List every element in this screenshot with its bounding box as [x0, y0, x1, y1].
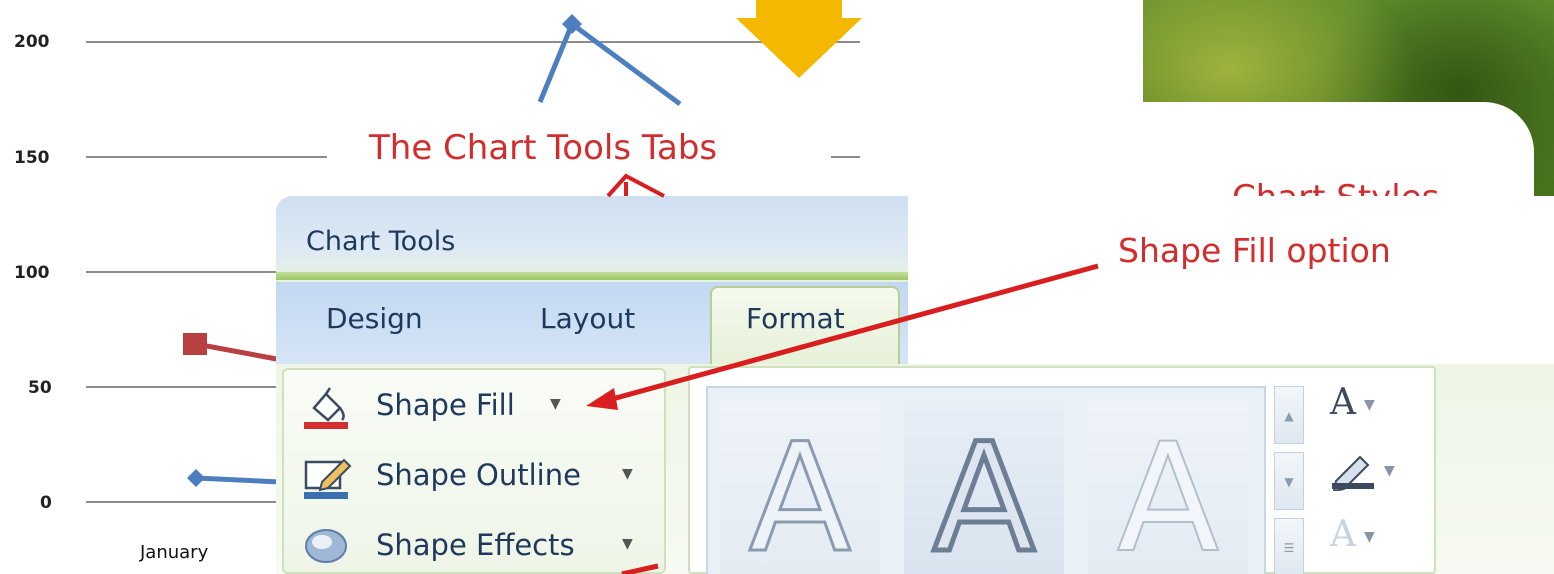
contextual-accent-bar [276, 272, 908, 280]
shape-fill-button[interactable]: Shape Fill ▼ [304, 380, 664, 430]
pen-outline-glyph [1332, 455, 1374, 493]
svg-text:A: A [1117, 420, 1220, 570]
contextual-tab-header: Chart Tools [276, 196, 908, 282]
shape-effects-button[interactable]: Shape Effects ▼ [304, 520, 664, 570]
tab-format-label: Format [746, 302, 845, 335]
svg-text:A: A [933, 420, 1036, 570]
tab-layout[interactable]: Layout [540, 302, 635, 335]
down-arrow-icon [736, 0, 862, 78]
tab-format[interactable]: Format [710, 286, 900, 364]
y-tick-label: 0 [40, 493, 52, 513]
ribbon-tab-strip: Design Layout Format [276, 282, 908, 364]
ribbon-screenshot: Chart Tools Design Layout Format Shape F… [276, 196, 1554, 574]
gallery-more-button[interactable]: ☰ [1274, 518, 1304, 574]
wordart-style-item[interactable]: A [720, 402, 880, 574]
shape-styles-group: Shape Fill ▼ Shape Outline ▼ Shape Effec… [282, 368, 666, 574]
text-effects-icon[interactable]: A ▼ [1330, 514, 1375, 555]
shape-outline-button[interactable]: Shape Outline ▼ [304, 450, 664, 500]
wordart-glyph: A [1116, 420, 1221, 570]
shape-effects-icon [305, 529, 347, 563]
contextual-title: Chart Tools [306, 226, 456, 257]
shape-fill-label: Shape Fill [376, 388, 515, 422]
wordart-style-item[interactable]: A [904, 402, 1064, 574]
chevron-down-icon: ▼ [622, 466, 633, 482]
text-outline-icon[interactable]: ▼ [1330, 448, 1395, 493]
wordart-styles-group: A A A ▲ ▼ ☰ A ▼ ▼ A ▼ [688, 366, 1436, 574]
pencil-outline-icon [304, 458, 352, 499]
gallery-scroller: ▲ ▼ ☰ [1274, 386, 1304, 574]
chart-tools-tabs-callout: The Chart Tools Tabs [327, 122, 831, 194]
wordart-gallery: A A A [706, 386, 1266, 574]
series-blue-line [537, 20, 682, 107]
x-category-label: January [140, 542, 209, 563]
y-tick-label: 50 [28, 378, 52, 398]
wordart-glyph: A [747, 420, 853, 570]
tab-design[interactable]: Design [326, 302, 423, 335]
wordart-style-item[interactable]: A [1088, 402, 1248, 574]
y-tick-label: 200 [14, 32, 50, 52]
chevron-down-icon: ▼ [622, 536, 633, 552]
chevron-down-icon: ▼ [550, 396, 561, 412]
callout-label: The Chart Tools Tabs [369, 128, 718, 168]
y-tick-label: 100 [14, 263, 50, 283]
gallery-scroll-up-button[interactable]: ▲ [1274, 386, 1304, 444]
series-blue-point-january [187, 469, 205, 487]
svg-text:A: A [749, 420, 852, 570]
shape-outline-label: Shape Outline [376, 458, 581, 492]
series-red-line [195, 341, 283, 363]
shape-effects-label: Shape Effects [376, 528, 575, 562]
gallery-scroll-down-button[interactable]: ▼ [1274, 452, 1304, 510]
y-tick-label: 150 [14, 148, 50, 168]
wordart-glyph: A [930, 420, 1038, 570]
paint-bucket-icon [304, 387, 348, 429]
text-fill-icon[interactable]: A ▼ [1330, 382, 1375, 423]
series-blue-line-low [195, 475, 281, 485]
series-red-point-january [183, 333, 207, 355]
